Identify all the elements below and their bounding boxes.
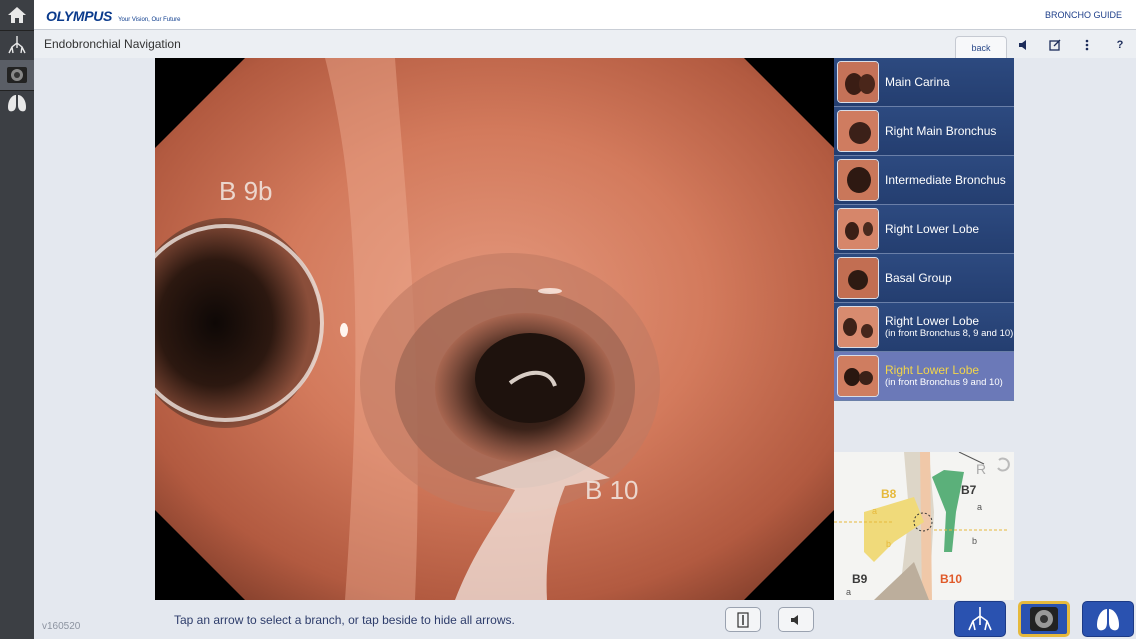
nav-thumbnail xyxy=(837,159,879,201)
home-icon[interactable] xyxy=(0,0,34,30)
sound-icon xyxy=(791,614,798,625)
lungs-icon[interactable] xyxy=(0,88,34,118)
nav-thumbnail xyxy=(837,61,879,103)
brand-tagline: Your Vision, Our Future xyxy=(118,17,181,23)
notes-icon xyxy=(737,611,749,628)
lungs-view-icon xyxy=(1097,609,1119,631)
nav-thumbnail xyxy=(837,306,879,348)
navigation-list: Main Carina Right Main Bronchus Intermed… xyxy=(834,58,1014,405)
branch-label-b9b: B 9b xyxy=(219,176,273,206)
anatomy-diagram: R B8 B7 B9 B10 a b a b a xyxy=(834,451,1014,600)
bronchial-tree-view-icon xyxy=(968,607,992,631)
nav-thumbnail xyxy=(837,208,879,250)
endoscope-view-icon[interactable] xyxy=(0,60,34,90)
nav-item-main-carina[interactable]: Main Carina xyxy=(834,58,1014,107)
nav-thumbnail xyxy=(837,355,879,397)
title-bar: Endobronchial Navigation back ? xyxy=(34,30,1136,58)
endoscope-view[interactable]: B 9b B 10 xyxy=(155,58,834,600)
sound-button[interactable] xyxy=(778,607,814,632)
nav-item-label: Right Lower Lobe xyxy=(885,363,980,377)
nav-item-label: Right Lower Lobe xyxy=(885,314,980,328)
brand-logo: OLYMPUS Your Vision, Our Future xyxy=(46,8,180,24)
nav-item-intermediate-bronchus[interactable]: Intermediate Bronchus xyxy=(834,156,1014,205)
nav-item-basal-group[interactable]: Basal Group xyxy=(834,254,1014,303)
nav-item-label: Main Carina xyxy=(885,74,950,89)
diagram-label-b8b: b xyxy=(886,539,891,549)
rotate-icon[interactable] xyxy=(997,457,1010,472)
brand-name: OLYMPUS xyxy=(46,8,113,24)
diagram-label-b10: B10 xyxy=(940,572,962,586)
nav-item-right-lower-lobe[interactable]: Right Lower Lobe xyxy=(834,205,1014,254)
nav-thumbnail xyxy=(837,257,879,299)
nav-item-label: Right Main Bronchus xyxy=(885,123,997,138)
nav-thumbnail xyxy=(837,110,879,152)
nav-item-right-lower-lobe-b9-b10[interactable]: Right Lower Lobe (in front Bronchus 9 an… xyxy=(834,352,1014,401)
speaker-icon[interactable] xyxy=(1017,38,1031,52)
nav-item-sublabel: (in front Bronchus 8, 9 and 10) xyxy=(885,328,1014,339)
notes-button[interactable] xyxy=(725,607,761,632)
version-label: v160520 xyxy=(42,621,81,632)
hint-text: Tap an arrow to select a branch, or tap … xyxy=(174,613,515,627)
diagram-label-b7: B7 xyxy=(961,483,977,497)
diagram-label-b7a: a xyxy=(977,502,982,512)
nav-item-right-lower-lobe-b8-b9-b10[interactable]: Right Lower Lobe (in front Bronchus 8, 9… xyxy=(834,303,1014,352)
diagram-side-label: R xyxy=(976,461,986,477)
nav-item-label: Right Lower Lobe xyxy=(885,221,980,236)
endoscope-view-icon xyxy=(1030,607,1058,631)
edit-icon[interactable] xyxy=(1048,38,1062,52)
nav-item-sublabel: (in front Bronchus 9 and 10) xyxy=(885,377,1003,388)
diagram-label-b9a: a xyxy=(846,587,851,597)
branch-label-b10: B 10 xyxy=(585,475,639,505)
lungs-view-button[interactable] xyxy=(1082,601,1134,637)
back-button[interactable]: back xyxy=(955,36,1007,58)
help-icon[interactable]: ? xyxy=(1113,38,1127,52)
diagram-label-b8a: a xyxy=(872,506,877,516)
more-icon[interactable] xyxy=(1080,38,1094,52)
diagram-label-b9: B9 xyxy=(852,572,868,586)
left-rail xyxy=(0,0,34,639)
nav-item-label: Intermediate Bronchus xyxy=(885,172,1006,187)
bronchial-tree-icon[interactable] xyxy=(0,30,34,60)
nav-item-right-main-bronchus[interactable]: Right Main Bronchus xyxy=(834,107,1014,156)
diagram-label-b8: B8 xyxy=(881,487,897,501)
app-name: BRONCHO GUIDE xyxy=(1044,10,1122,20)
bronchial-tree-view-button[interactable] xyxy=(954,601,1006,637)
app-header: OLYMPUS Your Vision, Our Future BRONCHO … xyxy=(34,0,1136,30)
diagram-label-b7b: b xyxy=(972,536,977,546)
page-title: Endobronchial Navigation xyxy=(44,37,181,51)
nav-item-label: Basal Group xyxy=(885,270,952,285)
endoscope-view-button[interactable] xyxy=(1018,601,1070,637)
